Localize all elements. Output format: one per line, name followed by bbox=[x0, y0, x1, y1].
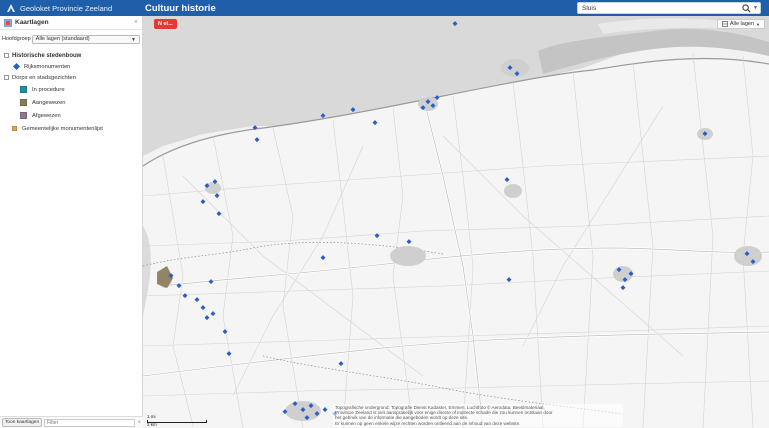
chevron-down-icon: ▼ bbox=[756, 21, 760, 27]
panel-title: Kaartlagen bbox=[15, 19, 49, 26]
brand-name: Geoloket Provincie Zeeland bbox=[20, 3, 113, 13]
checkbox-icon[interactable] bbox=[4, 53, 9, 58]
tree-item-historische-stedenbouw[interactable]: Historische stedenbouw bbox=[2, 50, 140, 61]
tree-item-label: Dorps en stadsgezichten bbox=[12, 74, 76, 81]
brand-area[interactable]: Geoloket Provincie Zeeland bbox=[0, 0, 143, 16]
toon-kaartlagen-button[interactable]: Toon kaartlagen bbox=[2, 418, 43, 427]
province-logo-icon bbox=[7, 4, 15, 12]
tree-item-afgewezen[interactable]: Afgewezen bbox=[2, 109, 140, 122]
tree-item-aangewezen[interactable]: Aangewezen bbox=[2, 96, 140, 109]
scale-top-label: 1 mi bbox=[147, 414, 156, 419]
tree-item-label: Aangewezen bbox=[32, 99, 66, 106]
alle-lagen-button[interactable]: Alle lagen ▼ bbox=[716, 19, 765, 29]
app-window: Geoloket Provincie Zeeland Cultuur histo… bbox=[0, 0, 769, 428]
notice-button[interactable]: N el... bbox=[154, 19, 177, 29]
layers-icon bbox=[722, 21, 728, 27]
group-select-value: Alle lagen (standaard) bbox=[35, 36, 90, 42]
tree-item-label: Afgewezen bbox=[32, 112, 61, 119]
group-select[interactable]: Alle lagen (standaard) ▼ bbox=[31, 34, 140, 44]
chevron-down-icon[interactable]: ▼ bbox=[753, 5, 758, 11]
layers-icon bbox=[4, 18, 12, 27]
swatch-mauve-icon bbox=[20, 112, 27, 119]
tree-item-in-procedure[interactable]: In procedure bbox=[2, 83, 140, 96]
map-attribution: Topografische ondergrond: Topografie Die… bbox=[333, 404, 623, 427]
tree-item-rijksmonumenten[interactable]: Rijksmonumenten bbox=[2, 61, 140, 72]
panel-footer: Toon kaartlagen × bbox=[0, 416, 143, 428]
close-icon[interactable]: × bbox=[134, 19, 138, 26]
attribution-line: Er kunnen op geen enkele wijze rechten w… bbox=[335, 420, 521, 426]
filter-input[interactable] bbox=[44, 418, 136, 427]
page-title: Cultuur historie bbox=[145, 2, 216, 14]
search-box: ▼ bbox=[577, 2, 761, 14]
panel-header: Kaartlagen × bbox=[0, 16, 142, 30]
tree-item-label: In procedure bbox=[32, 86, 65, 93]
clear-filter-icon[interactable]: × bbox=[137, 420, 141, 426]
diamond-marker-icon bbox=[12, 62, 21, 71]
notice-button-label: N el... bbox=[158, 21, 173, 27]
map-basemap bbox=[143, 16, 769, 428]
swatch-orange-icon bbox=[12, 126, 17, 131]
search-input[interactable] bbox=[578, 3, 738, 13]
group-row: Hoofdgroep Alle lagen (standaard) ▼ bbox=[0, 33, 142, 45]
layers-panel: Kaartlagen × Hoofdgroep Alle lagen (stan… bbox=[0, 16, 143, 428]
group-label: Hoofdgroep bbox=[2, 36, 31, 42]
checkbox-icon[interactable] bbox=[4, 75, 9, 80]
tree-item-gemeentelijke-monumentenlijst[interactable]: Gemeentelijke monumentenlijst bbox=[2, 122, 140, 135]
map-canvas[interactable]: N el... Alle lagen ▼ 1 mi 2 km Topografi… bbox=[143, 16, 769, 428]
scale-bottom-label: 2 km bbox=[147, 422, 157, 427]
tree-item-label: Historische stedenbouw bbox=[12, 52, 82, 59]
search-icon[interactable] bbox=[742, 4, 751, 13]
alle-lagen-label: Alle lagen bbox=[729, 21, 755, 27]
swatch-teal-icon bbox=[20, 86, 27, 93]
tree-item-dorps-stadsgezichten[interactable]: Dorps en stadsgezichten bbox=[2, 72, 140, 83]
layer-tree: Historische stedenbouw Rijksmonumenten D… bbox=[0, 45, 142, 140]
swatch-brown-icon bbox=[20, 99, 27, 106]
top-bar: Geoloket Provincie Zeeland Cultuur histo… bbox=[0, 0, 769, 16]
scale-bar: 1 mi 2 km bbox=[147, 414, 211, 427]
tree-item-label: Gemeentelijke monumentenlijst bbox=[22, 125, 103, 132]
tree-item-label: Rijksmonumenten bbox=[24, 63, 71, 70]
chevron-down-icon: ▼ bbox=[131, 36, 136, 43]
